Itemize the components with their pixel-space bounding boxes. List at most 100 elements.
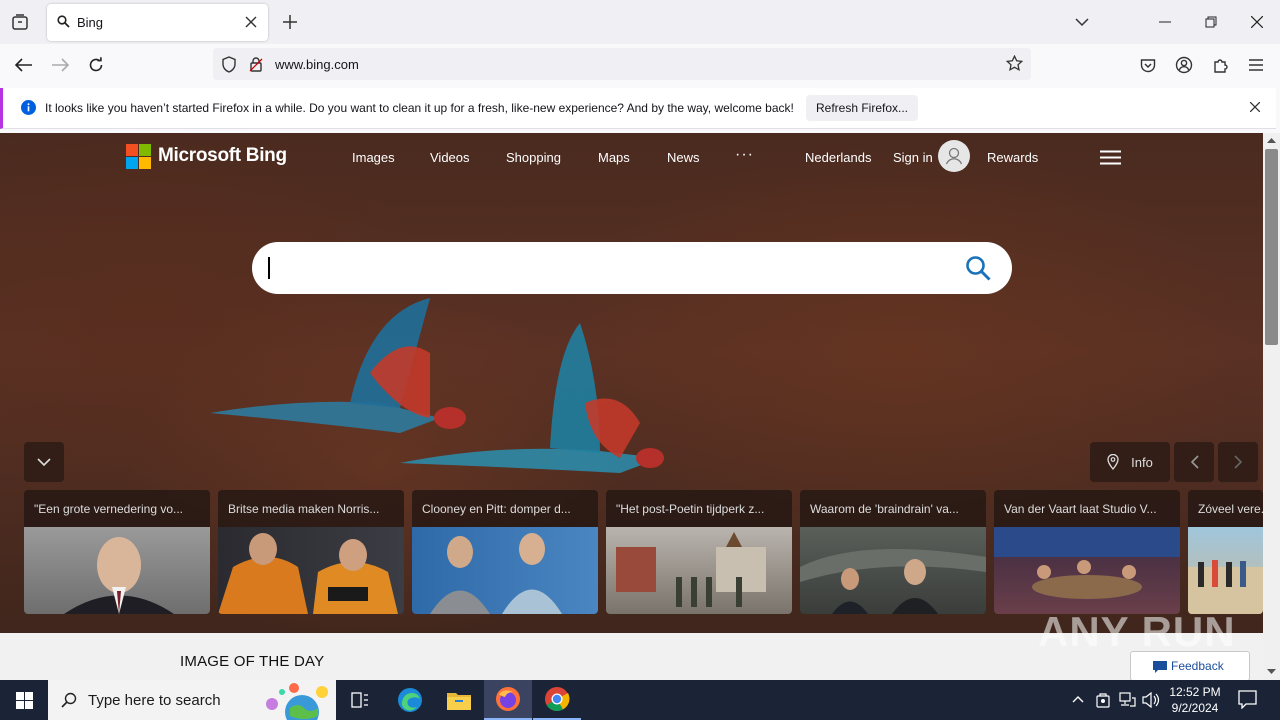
- news-card-title[interactable]: Britse media maken Norris...: [228, 502, 396, 516]
- news-card[interactable]: Waarom de 'braindrain' va...: [800, 490, 986, 614]
- news-card[interactable]: Clooney en Pitt: domper d...: [412, 490, 598, 614]
- news-card-title[interactable]: "Een grote vernedering vo...: [34, 502, 202, 516]
- new-tab-icon[interactable]: [282, 14, 298, 30]
- nav-more[interactable]: ···: [735, 146, 754, 164]
- pocket-icon[interactable]: [1135, 52, 1161, 78]
- firefox-taskbar-icon[interactable]: [484, 680, 532, 720]
- news-card-thumbnail[interactable]: [218, 527, 404, 614]
- browser-tab-bar: Bing: [0, 0, 1280, 44]
- file-explorer-icon[interactable]: [435, 680, 483, 720]
- text-caret: [268, 257, 270, 279]
- scrollbar-thumb[interactable]: [1265, 149, 1278, 345]
- image-info-button[interactable]: Info: [1090, 442, 1170, 482]
- parrots-background-image: [210, 298, 664, 473]
- news-card-title[interactable]: Waarom de 'braindrain' va...: [810, 502, 978, 516]
- notification-message: It looks like you haven’t started Firefo…: [45, 101, 794, 115]
- collapse-feed-button[interactable]: [24, 442, 64, 482]
- refresh-firefox-button[interactable]: Refresh Firefox...: [806, 95, 918, 121]
- language-link[interactable]: Nederlands: [805, 150, 872, 165]
- close-notification-icon[interactable]: [1250, 102, 1260, 112]
- nav-shopping[interactable]: Shopping: [506, 150, 561, 165]
- edge-icon[interactable]: [386, 680, 434, 720]
- news-cards-row: "Een grote vernedering vo... Britse medi…: [24, 490, 1263, 614]
- news-card[interactable]: "Het post-Poetin tijdperk z...: [606, 490, 792, 614]
- taskbar-search-box[interactable]: Type here to search: [48, 680, 336, 720]
- feedback-label: Feedback: [1171, 659, 1224, 673]
- news-card-thumbnail[interactable]: [994, 527, 1180, 614]
- settings-menu-icon[interactable]: [1100, 150, 1121, 165]
- search-icon: [57, 15, 70, 28]
- address-bar[interactable]: www.bing.com: [213, 48, 1031, 80]
- reload-icon[interactable]: [83, 52, 109, 78]
- page-scrollbar[interactable]: [1263, 133, 1280, 680]
- hamburger-menu-icon[interactable]: [1243, 52, 1269, 78]
- next-image-button[interactable]: [1218, 442, 1258, 482]
- news-card-thumbnail[interactable]: [800, 527, 986, 614]
- scroll-down-arrow-icon[interactable]: [1267, 669, 1276, 675]
- close-tab-icon[interactable]: [245, 16, 257, 28]
- bing-search-input[interactable]: [252, 242, 1012, 294]
- security-tray-icon[interactable]: [1096, 691, 1110, 708]
- news-card-thumbnail[interactable]: [606, 527, 792, 614]
- news-card-title[interactable]: Van der Vaart laat Studio V...: [1004, 502, 1172, 516]
- url-text[interactable]: www.bing.com: [275, 57, 359, 72]
- chrome-icon[interactable]: [533, 680, 581, 720]
- info-label: Info: [1131, 454, 1153, 470]
- feedback-chat-icon: [1153, 661, 1167, 673]
- minimize-icon[interactable]: [1150, 8, 1180, 36]
- account-icon[interactable]: [1171, 52, 1197, 78]
- news-card-title[interactable]: "Het post-Poetin tijdperk z...: [616, 502, 784, 516]
- clock-date: 9/2/2024: [1171, 701, 1219, 715]
- chevron-down-icon: [37, 457, 51, 466]
- news-card[interactable]: Van der Vaart laat Studio V...: [994, 490, 1180, 614]
- news-card-thumbnail[interactable]: [412, 527, 598, 614]
- taskbar-clock[interactable]: 12:52 PM 9/2/2024: [1166, 684, 1224, 716]
- bookmark-star-icon[interactable]: [1006, 55, 1023, 72]
- network-icon[interactable]: [1118, 692, 1136, 707]
- news-card[interactable]: "Een grote vernedering vo...: [24, 490, 210, 614]
- restore-icon[interactable]: [1196, 8, 1226, 36]
- previous-image-button[interactable]: [1174, 442, 1214, 482]
- news-card-thumbnail[interactable]: [1188, 527, 1263, 614]
- clock-time: 12:52 PM: [1169, 685, 1221, 699]
- avatar[interactable]: [938, 140, 970, 172]
- image-of-the-day-heading: IMAGE OF THE DAY: [180, 653, 325, 670]
- task-view-icon[interactable]: [336, 680, 384, 720]
- tab-bing[interactable]: Bing: [47, 4, 268, 41]
- lock-icon[interactable]: [249, 56, 263, 72]
- nav-maps[interactable]: Maps: [598, 150, 630, 165]
- extensions-icon[interactable]: [1207, 52, 1233, 78]
- nav-videos[interactable]: Videos: [430, 150, 470, 165]
- windows-taskbar: Type here to search 12:52 PM 9/2/2024: [0, 680, 1280, 720]
- notifications-icon[interactable]: [1238, 690, 1257, 709]
- scroll-up-arrow-icon[interactable]: [1267, 137, 1276, 143]
- start-button[interactable]: [0, 680, 48, 720]
- volume-icon[interactable]: [1142, 692, 1160, 708]
- news-card-thumbnail[interactable]: [24, 527, 210, 614]
- chevron-right-icon: [1233, 455, 1242, 469]
- forward-icon[interactable]: [47, 52, 73, 78]
- news-card-title[interactable]: Zóveel vere...: [1198, 502, 1263, 516]
- search-icon: [61, 692, 77, 708]
- microsoft-logo-icon: [126, 143, 151, 169]
- refresh-firefox-notification: It looks like you haven’t started Firefo…: [0, 88, 1276, 129]
- news-card-title[interactable]: Clooney en Pitt: domper d...: [422, 502, 590, 516]
- nav-images[interactable]: Images: [352, 150, 395, 165]
- shield-icon[interactable]: [221, 56, 237, 73]
- news-card[interactable]: Zóveel vere...: [1188, 490, 1263, 614]
- back-icon[interactable]: [11, 52, 37, 78]
- search-highlight-globe-icon: [262, 682, 332, 720]
- search-icon[interactable]: [965, 255, 991, 281]
- close-window-icon[interactable]: [1242, 8, 1272, 36]
- news-card[interactable]: Britse media maken Norris...: [218, 490, 404, 614]
- microsoft-bing-logo[interactable]: Microsoft Bing: [126, 143, 287, 169]
- bing-homepage: Microsoft Bing Images Videos Shopping Ma…: [0, 133, 1263, 680]
- rewards-link[interactable]: Rewards: [987, 150, 1038, 165]
- sign-in-link[interactable]: Sign in: [893, 150, 933, 165]
- logo-text: Microsoft Bing: [158, 145, 287, 166]
- show-hidden-icons-chevron-icon[interactable]: [1072, 695, 1084, 703]
- taskbar-search-placeholder: Type here to search: [88, 692, 221, 709]
- list-all-tabs-icon[interactable]: [10, 12, 30, 32]
- nav-news[interactable]: News: [667, 150, 700, 165]
- tab-overflow-chevron-icon[interactable]: [1067, 8, 1097, 36]
